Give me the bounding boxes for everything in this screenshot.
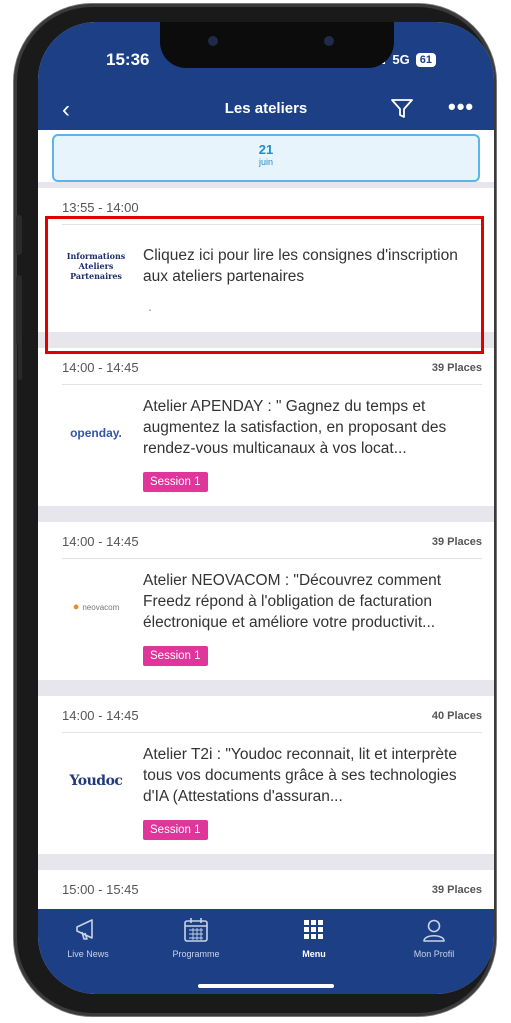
logo-line-1: Informations [66, 251, 126, 261]
page-title: Les ateliers [224, 100, 308, 117]
tab-programme[interactable]: Programme [146, 917, 246, 959]
tab-label: Live News [67, 949, 109, 959]
card-divider [62, 224, 482, 225]
date-month: juin [258, 157, 273, 167]
card-places: 39 Places [431, 362, 482, 374]
card-description: Cliquez ici pour lire les consignes d'in… [143, 247, 458, 285]
logo-line-3: Partenaires [70, 271, 122, 281]
card-places: 40 Places [431, 710, 482, 722]
card-time: 14:00 - 14:45 [62, 360, 139, 375]
home-indicator [198, 984, 334, 988]
nav-bar: ‹ Les ateliers ••• [38, 92, 494, 130]
sensor-icon [324, 36, 334, 46]
volume-down-button [18, 310, 22, 380]
card-divider [62, 732, 482, 733]
session-badge: Session 1 [143, 646, 208, 666]
card-places: 39 Places [431, 884, 482, 896]
tab-label: Menu [302, 949, 326, 959]
tab-label: Mon Profil [413, 949, 455, 959]
calendar-icon [184, 918, 208, 942]
workshop-card-info[interactable]: 13:55 - 14:00 Informations Ateliers Part… [38, 188, 494, 332]
neovacom-logo-text: neovacom [82, 602, 120, 612]
date-chip[interactable]: 21 juin [52, 134, 480, 182]
card-description: Atelier NEOVACOM : "Découvrez comment Fr… [143, 572, 442, 631]
tab-live-news[interactable]: Live News [38, 917, 138, 959]
card-divider [62, 558, 482, 559]
date-selector: 21 juin [38, 130, 494, 182]
neovacom-mark-icon: ● [72, 601, 80, 613]
network-type: 5G [392, 52, 410, 67]
tab-mon-profil[interactable]: Mon Profil [384, 917, 484, 959]
tab-menu[interactable]: Menu [264, 917, 364, 959]
logo-line-2: Ateliers [78, 261, 114, 271]
workshop-list: 13:55 - 14:00 Informations Ateliers Part… [38, 182, 494, 909]
youdoc-logo: Youdoc [69, 773, 123, 789]
card-time: 13:55 - 14:00 [62, 200, 139, 215]
apenday-logo: openday. [70, 426, 122, 440]
camera-icon [208, 36, 218, 46]
tab-label: Programme [172, 949, 220, 959]
date-day: 21 [258, 142, 274, 157]
grid-icon [304, 920, 323, 939]
battery-icon: 61 [415, 52, 436, 67]
tab-bar: Live News Programme Menu Mon Profil [38, 909, 494, 994]
phone-mockup: 15:36 5G 61 ‹ Les ateliers ••• 21 juin 1… [0, 0, 511, 1023]
app-screen: 15:36 5G 61 ‹ Les ateliers ••• 21 juin 1… [38, 22, 494, 994]
card-divider [62, 384, 482, 385]
filter-icon[interactable] [390, 98, 414, 125]
megaphone-icon [76, 919, 93, 940]
card-time: 14:00 - 14:45 [62, 534, 139, 549]
notch [160, 22, 394, 68]
info-logo: Informations Ateliers Partenaires [56, 246, 136, 286]
card-description: Atelier T2i : "Youdoc reconnait, lit et … [143, 746, 457, 805]
card-places: 39 Places [431, 536, 482, 548]
user-icon [423, 919, 445, 942]
session-badge: Session 1 [143, 472, 208, 492]
session-badge: Session 1 [143, 820, 208, 840]
workshop-card-partial[interactable]: 15:00 - 15:45 39 Places [38, 870, 494, 909]
status-time: 15:36 [106, 50, 150, 69]
card-extra: . [148, 298, 152, 314]
workshop-card-neovacom[interactable]: 14:00 - 14:45 39 Places ● neovacom Ateli… [38, 522, 494, 680]
neovacom-logo: ● neovacom [56, 587, 136, 627]
more-icon[interactable]: ••• [448, 94, 474, 120]
workshop-card-apenday[interactable]: 14:00 - 14:45 39 Places openday. Atelier… [38, 348, 494, 506]
card-time: 15:00 - 15:45 [62, 882, 139, 897]
mute-switch [16, 215, 22, 255]
card-time: 14:00 - 14:45 [62, 708, 139, 723]
workshop-card-t2i[interactable]: 14:00 - 14:45 40 Places Youdoc Atelier T… [38, 696, 494, 854]
card-description: Atelier APENDAY : " Gagnez du temps et a… [143, 398, 447, 457]
